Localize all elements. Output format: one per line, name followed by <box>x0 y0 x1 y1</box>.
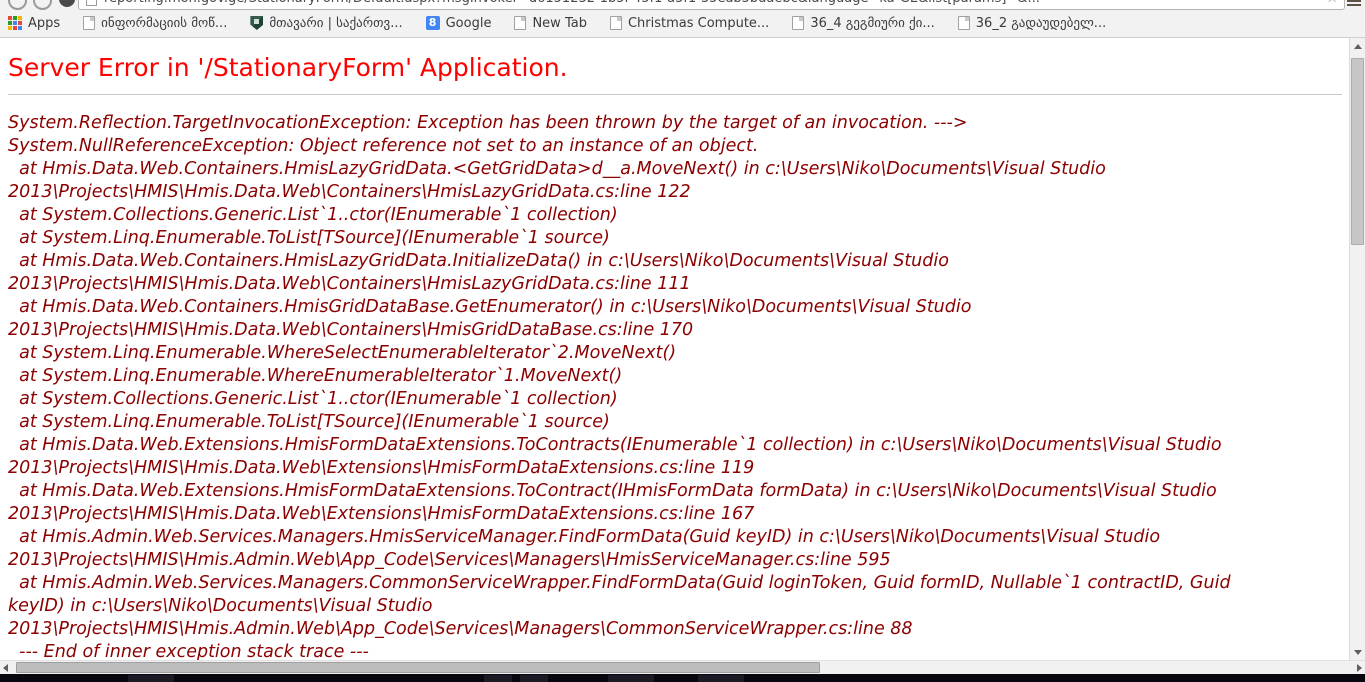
scroll-left-arrow-icon[interactable] <box>3 664 8 672</box>
stack-trace-line: at System.Collections.Generic.List`1..ct… <box>8 204 1350 227</box>
stack-trace-line: at System.Collections.Generic.List`1..ct… <box>8 388 1350 411</box>
scroll-right-arrow-icon[interactable] <box>1357 664 1362 672</box>
bookmark-label: New Tab <box>532 16 587 31</box>
bookmark-item[interactable]: 36_2 გადაუდებელ... <box>958 16 1106 31</box>
bookmark-item[interactable]: მთავარი | საქართვ... <box>250 16 402 31</box>
bookmark-item[interactable]: New Tab <box>514 16 587 31</box>
scroll-down-arrow-icon[interactable] <box>1354 650 1362 655</box>
horizontal-scrollbar[interactable] <box>0 660 1365 674</box>
stack-trace-line: 2013\Projects\HMIS\Hmis.Data.Web\Extensi… <box>8 457 1350 480</box>
stack-trace: System.Reflection.TargetInvocationExcept… <box>8 112 1350 661</box>
bookmark-favicon-icon <box>83 16 95 30</box>
taskbar-item <box>484 675 512 682</box>
stack-trace-line: at Hmis.Data.Web.Containers.HmisGridData… <box>8 296 1350 319</box>
stack-trace-line: at Hmis.Admin.Web.Services.Managers.Hmis… <box>8 526 1350 549</box>
stack-trace-line: 2013\Projects\HMIS\Hmis.Data.Web\Extensi… <box>8 503 1350 526</box>
taskbar-item <box>520 675 548 682</box>
extension-icon[interactable] <box>59 0 75 7</box>
bookmark-item[interactable]: ინფორმაციის მოწ... <box>83 16 227 31</box>
stack-trace-line: 2013\Projects\HMIS\Hmis.Admin.Web\App_Co… <box>8 549 1350 572</box>
taskbar-item <box>608 675 654 682</box>
bookmark-favicon-icon <box>792 16 804 30</box>
error-page: Server Error in '/StationaryForm' Applic… <box>0 38 1350 661</box>
url-text[interactable]: reporting.moh.gov.ge/StationaryForm/Defa… <box>104 0 1319 6</box>
page-favicon-icon <box>86 0 97 6</box>
taskbar-sliver <box>0 674 1365 682</box>
vertical-scrollbar-thumb[interactable] <box>1351 58 1364 245</box>
bookmark-favicon-icon <box>514 16 526 30</box>
stack-trace-line: at Hmis.Data.Web.Containers.HmisLazyGrid… <box>8 158 1350 181</box>
bookmark-star-icon[interactable]: ☆ <box>1326 0 1339 5</box>
stack-trace-line: at Hmis.Admin.Web.Services.Managers.Comm… <box>8 572 1350 595</box>
stack-trace-line: 2013\Projects\HMIS\Hmis.Data.Web\Contain… <box>8 181 1350 204</box>
stack-trace-line: at System.Linq.Enumerable.WhereSelectEnu… <box>8 342 1350 365</box>
bookmark-item[interactable]: Google <box>426 16 492 31</box>
divider <box>8 94 1342 95</box>
stack-trace-line: 2013\Projects\HMIS\Hmis.Data.Web\Contain… <box>8 273 1350 296</box>
scroll-up-arrow-icon[interactable] <box>1354 44 1362 49</box>
bookmark-apps[interactable]: Apps <box>8 16 60 31</box>
bookmark-favicon-icon <box>250 16 263 30</box>
apps-grid-icon <box>8 16 22 30</box>
bookmark-favicon-icon <box>426 16 440 30</box>
stack-trace-line: keyID) in c:\Users\Niko\Documents\Visual… <box>8 595 1350 618</box>
bookmark-label: 36_2 გადაუდებელ... <box>976 16 1106 31</box>
back-button-icon[interactable] <box>8 0 27 10</box>
bookmark-item[interactable]: Christmas Compute... <box>610 16 769 31</box>
vertical-scrollbar[interactable] <box>1349 38 1365 661</box>
bookmark-label: ინფორმაციის მოწ... <box>101 16 227 31</box>
stack-trace-line: System.Reflection.TargetInvocationExcept… <box>8 112 1350 135</box>
stack-trace-line: at Hmis.Data.Web.Extensions.HmisFormData… <box>8 434 1350 457</box>
omnibox-row: reporting.moh.gov.ge/StationaryForm/Defa… <box>0 0 1365 10</box>
apps-label: Apps <box>28 16 60 31</box>
stack-trace-line: at Hmis.Data.Web.Extensions.HmisFormData… <box>8 480 1350 503</box>
stack-trace-line: System.NullReferenceException: Object re… <box>8 135 1350 158</box>
bookmark-label: Christmas Compute... <box>628 16 769 31</box>
stack-trace-line: at Hmis.Data.Web.Containers.HmisLazyGrid… <box>8 250 1350 273</box>
horizontal-scrollbar-thumb[interactable] <box>16 662 820 673</box>
bookmark-favicon-icon <box>610 16 622 30</box>
stack-trace-line: --- End of inner exception stack trace -… <box>8 641 1350 661</box>
taskbar-item <box>698 675 744 682</box>
stack-trace-line: at System.Linq.Enumerable.ToList[TSource… <box>8 411 1350 434</box>
forward-button-icon[interactable] <box>33 0 52 10</box>
bookmark-label: მთავარი | საქართვ... <box>269 16 402 31</box>
bookmarks-bar: Apps ინფორმაციის მოწ... მთავარი | საქართ… <box>0 10 1365 36</box>
bookmark-label: 36_4 გეგმიური ქი... <box>810 16 934 31</box>
browser-menu-icon[interactable] <box>1347 0 1361 6</box>
browser-chrome: reporting.moh.gov.ge/StationaryForm/Defa… <box>0 0 1365 38</box>
bookmark-label: Google <box>446 16 492 31</box>
page-title: Server Error in '/StationaryForm' Applic… <box>8 54 1342 81</box>
stack-trace-line: 2013\Projects\HMIS\Hmis.Admin.Web\App_Co… <box>8 618 1350 641</box>
stack-trace-line: at System.Linq.Enumerable.ToList[TSource… <box>8 227 1350 250</box>
stack-trace-line: 2013\Projects\HMIS\Hmis.Data.Web\Contain… <box>8 319 1350 342</box>
browser-window: reporting.moh.gov.ge/StationaryForm/Defa… <box>0 0 1365 682</box>
taskbar-item <box>128 675 174 682</box>
stack-trace-line: at System.Linq.Enumerable.WhereEnumerabl… <box>8 365 1350 388</box>
bookmark-favicon-icon <box>958 16 970 30</box>
bookmark-item[interactable]: 36_4 გეგმიური ქი... <box>792 16 934 31</box>
